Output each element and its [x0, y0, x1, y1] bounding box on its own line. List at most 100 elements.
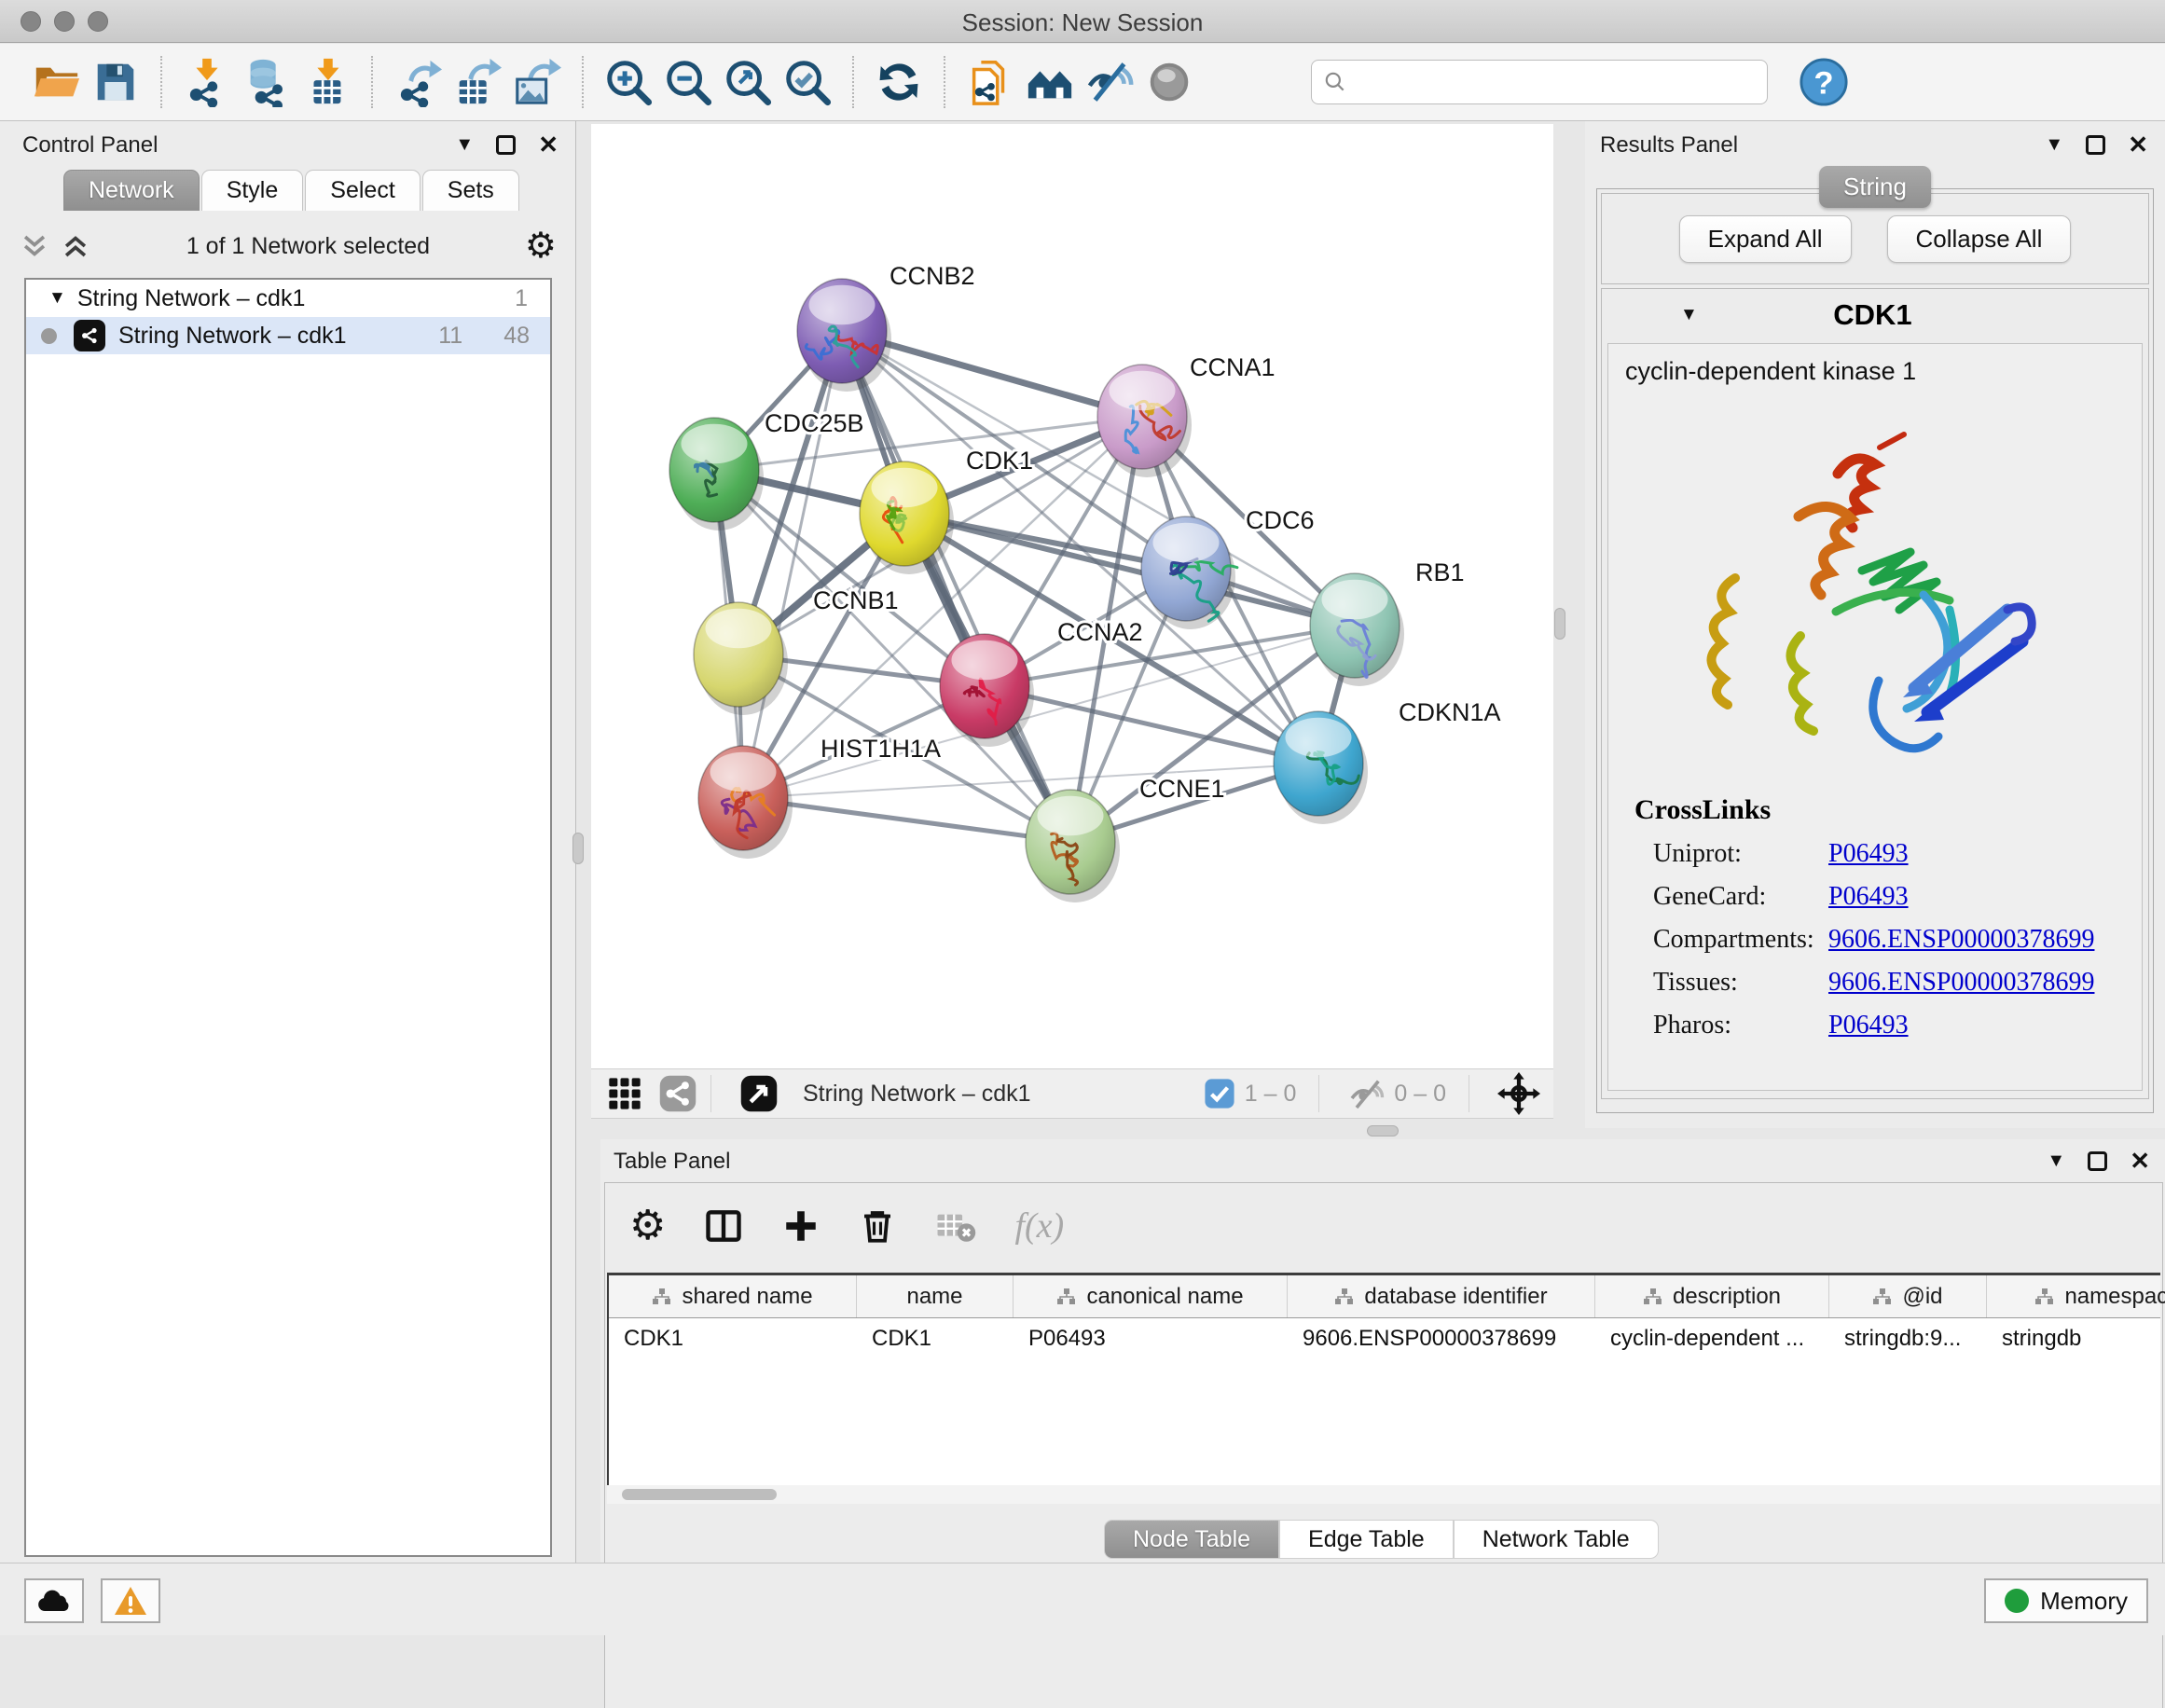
crosslink-link[interactable]: P06493 — [1828, 1011, 1909, 1040]
tab-style[interactable]: Style — [201, 170, 304, 211]
tab-string[interactable]: String — [1819, 166, 1931, 208]
scrollbar-thumb[interactable] — [622, 1489, 777, 1500]
expand-all-icon[interactable] — [60, 230, 91, 262]
horizontal-splitter-handle[interactable] — [1367, 1125, 1399, 1136]
import-table-file-button[interactable] — [296, 53, 356, 111]
crosslink-link[interactable]: P06493 — [1828, 882, 1909, 912]
vertical-splitter-handle[interactable] — [572, 833, 584, 864]
table-row[interactable]: CDK1CDK1P064939606.ENSP00000378699cyclin… — [609, 1318, 2160, 1361]
table-cell[interactable]: cyclin-dependent ... — [1595, 1318, 1829, 1361]
search-field[interactable] — [1311, 60, 1768, 104]
crosslink-link[interactable]: 9606.ENSP00000378699 — [1828, 968, 2094, 998]
export-image-button[interactable] — [507, 53, 567, 111]
node-table[interactable]: shared namenamecanonical namedatabase id… — [607, 1273, 2160, 1485]
grid-view-icon[interactable] — [606, 1075, 643, 1112]
network-node[interactable] — [797, 279, 891, 392]
table-options-gear-icon[interactable]: ⚙ — [629, 1205, 666, 1247]
results-float-icon[interactable] — [2086, 135, 2105, 155]
table-cell[interactable]: stringdb:9... — [1829, 1318, 1987, 1361]
open-session-button[interactable] — [26, 53, 86, 111]
memory-button[interactable]: Memory — [1984, 1578, 2148, 1623]
table-header-shared-name[interactable]: shared name — [609, 1275, 857, 1317]
string-home-button[interactable] — [1020, 53, 1080, 111]
panel-close-icon[interactable]: ✕ — [538, 131, 558, 159]
table-cell[interactable]: P06493 — [1014, 1318, 1288, 1361]
results-menu-icon[interactable]: ▼ — [2045, 134, 2063, 156]
crosslink-link[interactable]: 9606.ENSP00000378699 — [1828, 925, 2094, 955]
network-overview-icon[interactable] — [658, 1074, 697, 1113]
network-node[interactable] — [1141, 517, 1237, 629]
protein-expand-icon[interactable]: ▼ — [1680, 305, 1698, 325]
apply-layout-button[interactable] — [869, 53, 929, 111]
warning-status-button[interactable] — [101, 1578, 160, 1623]
birdseye-view-icon[interactable] — [739, 1074, 779, 1113]
table-cell[interactable]: 9606.ENSP00000378699 — [1288, 1318, 1595, 1361]
network-row[interactable]: String Network – cdk1 11 48 — [26, 317, 550, 354]
network-node[interactable] — [694, 602, 788, 715]
expand-all-button[interactable]: Expand All — [1679, 215, 1852, 263]
panel-float-icon[interactable] — [496, 135, 516, 155]
network-canvas-area[interactable]: CCNB2CCNA1CDC25BCDK1CDC6RB1CCNB1CCNA2CDK… — [591, 124, 1553, 1068]
table-header-namespace[interactable]: namespace — [1987, 1275, 2165, 1317]
tab-node-table[interactable]: Node Table — [1104, 1520, 1279, 1559]
tab-select[interactable]: Select — [305, 170, 420, 211]
zoom-out-button[interactable] — [658, 53, 718, 111]
table-header-canonical-name[interactable]: canonical name — [1014, 1275, 1288, 1317]
create-column-icon[interactable] — [781, 1206, 820, 1246]
network-node[interactable] — [940, 634, 1034, 747]
show-columns-icon[interactable] — [703, 1205, 744, 1247]
table-cell[interactable]: CDK1 — [609, 1318, 857, 1361]
results-splitter-handle[interactable] — [1554, 608, 1565, 640]
cloud-status-button[interactable] — [24, 1578, 84, 1623]
table-header-name[interactable]: name — [857, 1275, 1014, 1317]
table-menu-icon[interactable]: ▼ — [2047, 1150, 2065, 1172]
table-close-icon[interactable]: ✕ — [2130, 1147, 2150, 1176]
table-header-description[interactable]: description — [1595, 1275, 1829, 1317]
show-hide-glass-button[interactable] — [1080, 53, 1139, 111]
network-node[interactable] — [860, 461, 954, 574]
zoom-selected-button[interactable] — [778, 53, 837, 111]
network-canvas[interactable]: CCNB2CCNA1CDC25BCDK1CDC6RB1CCNB1CCNA2CDK… — [591, 124, 1553, 1068]
table-header-database-identifier[interactable]: database identifier — [1288, 1275, 1595, 1317]
network-node[interactable] — [1097, 365, 1192, 477]
selected-checkbox-icon[interactable] — [1204, 1078, 1235, 1109]
tab-network[interactable]: Network — [63, 170, 200, 211]
hidden-eye-icon[interactable] — [1347, 1075, 1385, 1112]
presentation-orb-button[interactable] — [1139, 53, 1199, 111]
network-edge[interactable] — [985, 686, 1318, 764]
import-string-network-button[interactable] — [960, 53, 1020, 111]
zoom-in-button[interactable] — [599, 53, 658, 111]
zoom-fit-button[interactable] — [718, 53, 778, 111]
delete-column-icon[interactable] — [858, 1206, 897, 1246]
collapse-all-icon[interactable] — [19, 230, 50, 262]
crosslink-link[interactable]: P06493 — [1828, 839, 1909, 869]
network-options-gear-icon[interactable]: ⚙ — [525, 228, 557, 264]
network-node[interactable] — [1310, 573, 1404, 686]
panel-menu-icon[interactable]: ▼ — [455, 134, 474, 156]
import-network-database-button[interactable] — [237, 53, 296, 111]
table-cell[interactable]: stringdb — [1987, 1318, 2165, 1361]
table-header--id[interactable]: @id — [1829, 1275, 1987, 1317]
network-node[interactable] — [1026, 790, 1120, 902]
network-collection-row[interactable]: ▼ String Network – cdk1 1 — [26, 280, 550, 317]
table-cell[interactable]: CDK1 — [857, 1318, 1014, 1361]
tab-network-table[interactable]: Network Table — [1454, 1520, 1659, 1559]
tab-edge-table[interactable]: Edge Table — [1279, 1520, 1454, 1559]
table-horizontal-scrollbar[interactable] — [607, 1485, 2160, 1504]
network-edge[interactable] — [743, 331, 842, 798]
export-network-button[interactable] — [388, 53, 448, 111]
results-close-icon[interactable]: ✕ — [2128, 131, 2148, 159]
save-session-button[interactable] — [86, 53, 145, 111]
crosslink-label: GeneCard: — [1653, 882, 1828, 912]
collapse-all-button[interactable]: Collapse All — [1887, 215, 2072, 263]
network-node[interactable] — [1274, 711, 1368, 824]
export-table-button[interactable] — [448, 53, 507, 111]
tab-sets[interactable]: Sets — [422, 170, 519, 211]
pan-crosshair-icon[interactable] — [1497, 1072, 1540, 1115]
import-network-file-button[interactable] — [177, 53, 237, 111]
help-button[interactable]: ? — [1794, 53, 1854, 111]
protein-section-header[interactable]: ▼ CDK1 — [1602, 289, 2148, 341]
collection-expand-icon[interactable]: ▼ — [48, 288, 66, 309]
search-input[interactable] — [1347, 69, 1756, 95]
table-float-icon[interactable] — [2088, 1151, 2107, 1171]
